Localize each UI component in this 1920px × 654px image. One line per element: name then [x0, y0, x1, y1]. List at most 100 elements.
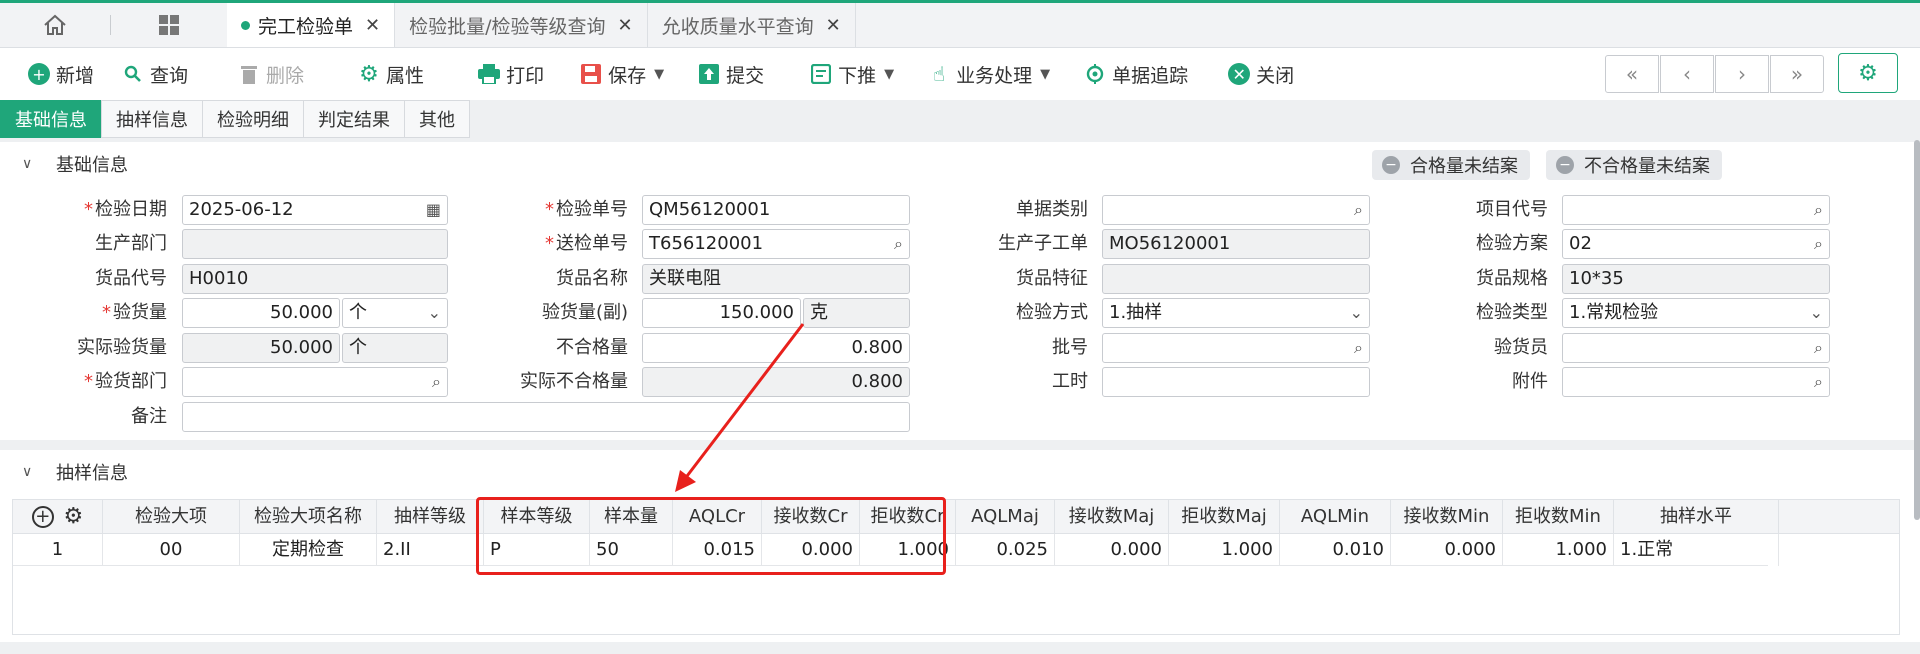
col-header[interactable]: AQLMin — [1280, 500, 1391, 534]
chevron-down-icon[interactable]: ▼ — [884, 67, 894, 82]
print-button[interactable]: 打印 — [464, 56, 558, 92]
delete-button[interactable]: 删除 — [224, 56, 318, 92]
cell-accept-min[interactable]: 0.000 — [1391, 534, 1503, 566]
chevron-down-icon[interactable]: ▼ — [654, 67, 664, 82]
calendar-icon[interactable]: ▦ — [426, 196, 441, 224]
check-date-input[interactable]: 2025-06-12 ▦ — [182, 195, 448, 225]
project-code-input[interactable]: ⌕ — [1562, 195, 1830, 225]
item-feature-input[interactable] — [1102, 264, 1370, 294]
doc-type-input[interactable]: ⌕ — [1102, 195, 1370, 225]
fail-qty-unclosed-button[interactable]: − 不合格量未结案 — [1546, 150, 1722, 180]
submit-button[interactable]: 提交 — [684, 56, 778, 92]
inspector-input[interactable]: ⌕ — [1562, 333, 1830, 363]
search-icon[interactable]: ⌕ — [1814, 368, 1823, 396]
cell-item-code[interactable]: 00 — [103, 534, 240, 566]
item-code-input[interactable]: H0010 — [182, 264, 448, 294]
save-button[interactable]: 保存 ▼ — [566, 56, 678, 92]
close-icon[interactable]: ✕ — [365, 15, 380, 36]
cell-sampling-level[interactable]: 1.正常 — [1614, 534, 1779, 566]
batch-no-input[interactable]: ⌕ — [1102, 333, 1370, 363]
cell-sampling-grade[interactable]: 2.II — [377, 534, 484, 566]
cell-accept-maj[interactable]: 0.000 — [1055, 534, 1169, 566]
check-plan-input[interactable]: 02 ⌕ — [1562, 229, 1830, 259]
settings-gear-icon[interactable]: ⚙ — [1838, 53, 1898, 93]
search-icon[interactable]: ⌕ — [1354, 196, 1363, 224]
tab-batch-level-query[interactable]: 检验批量/检验等级查询 ✕ — [395, 3, 648, 47]
vertical-scrollbar[interactable] — [1914, 140, 1920, 520]
cell-aql-min[interactable]: 0.010 — [1280, 534, 1391, 566]
check-qty-unit-select[interactable]: 个 ⌄ — [342, 298, 448, 328]
properties-button[interactable]: ⚙ 属性 — [344, 56, 438, 92]
query-button[interactable]: 查询 — [108, 56, 202, 92]
work-hours-input[interactable] — [1102, 367, 1370, 397]
close-label: 关闭 — [1256, 64, 1295, 87]
first-record-icon[interactable]: « — [1605, 55, 1659, 93]
pill-label: 合格量未结案 — [1410, 156, 1518, 177]
section-tabs: 基础信息 抽样信息 检验明细 判定结果 其他 — [0, 100, 470, 138]
sampling-info-header[interactable]: ∨ 抽样信息 — [0, 450, 1920, 494]
search-icon[interactable]: ⌕ — [1354, 334, 1363, 362]
actual-ng-qty-input[interactable]: 0.800 — [642, 367, 910, 397]
chevron-down-icon[interactable]: ▼ — [1040, 67, 1050, 82]
search-icon[interactable]: ⌕ — [432, 368, 441, 396]
item-spec-input[interactable]: 10*35 — [1562, 264, 1830, 294]
tab-sampling-info[interactable]: 抽样信息 — [101, 100, 203, 138]
search-icon[interactable]: ⌕ — [1814, 230, 1823, 258]
sub-wo-input[interactable]: MO56120001 — [1102, 229, 1370, 259]
actual-qty-input[interactable]: 50.000 — [182, 333, 340, 363]
record-navigation: « ‹ › » — [1604, 55, 1824, 93]
check-qty2-input[interactable]: 150.000 — [642, 298, 801, 328]
check-method-select[interactable]: 1.抽样 ⌄ — [1102, 298, 1370, 328]
col-header[interactable]: AQLMaj — [956, 500, 1055, 534]
tab-bar: 完工检验单 ✕ 检验批量/检验等级查询 ✕ 允收质量水平查询 ✕ — [0, 0, 1920, 48]
check-no-input[interactable]: QM56120001 — [642, 195, 910, 225]
tab-aql-query[interactable]: 允收质量水平查询 ✕ — [648, 3, 856, 47]
cell-reject-maj[interactable]: 1.000 — [1169, 534, 1280, 566]
col-header[interactable]: 拒收数Maj — [1169, 500, 1280, 534]
col-header[interactable]: 拒收数Min — [1503, 500, 1614, 534]
col-header[interactable]: 检验大项名称 — [240, 500, 377, 534]
ng-qty-input[interactable]: 0.800 — [642, 333, 910, 363]
tab-inspection-detail[interactable]: 检验明细 — [202, 100, 304, 138]
check-type-select[interactable]: 1.常规检验 ⌄ — [1562, 298, 1830, 328]
tab-judgement-result[interactable]: 判定结果 — [303, 100, 405, 138]
pass-qty-unclosed-button[interactable]: − 合格量未结案 — [1372, 150, 1530, 180]
check-qty-input[interactable]: 50.000 — [182, 298, 340, 328]
close-icon[interactable]: ✕ — [826, 15, 841, 36]
item-name-input[interactable]: 关联电阻 — [642, 264, 910, 294]
prod-dept-input[interactable] — [182, 229, 448, 259]
remark-input[interactable] — [182, 402, 910, 432]
doc-trace-button[interactable]: 单据追踪 — [1070, 56, 1202, 92]
next-record-icon[interactable]: › — [1715, 55, 1769, 93]
push-down-button[interactable]: 下推 ▼ — [796, 56, 908, 92]
prev-record-icon[interactable]: ‹ — [1660, 55, 1714, 93]
business-process-button[interactable]: ☝ 业务处理 ▼ — [914, 56, 1064, 92]
search-icon[interactable]: ⌕ — [1814, 334, 1823, 362]
close-icon[interactable]: ✕ — [618, 15, 633, 36]
work-hours-label: 工时 — [1052, 371, 1088, 392]
attachment-input[interactable]: ⌕ — [1562, 367, 1830, 397]
send-no-input[interactable]: T656120001 ⌕ — [642, 229, 910, 259]
cell-item-name[interactable]: 定期检查 — [240, 534, 377, 566]
col-header[interactable]: 接收数Maj — [1055, 500, 1169, 534]
search-icon[interactable]: ⌕ — [1814, 196, 1823, 224]
search-icon[interactable]: ⌕ — [894, 230, 903, 258]
gear-icon[interactable]: ⚙ — [64, 504, 84, 529]
tab-completion-inspection[interactable]: 完工检验单 ✕ — [227, 3, 396, 47]
last-record-icon[interactable]: » — [1770, 55, 1824, 93]
col-header[interactable]: 接收数Min — [1391, 500, 1503, 534]
new-button[interactable]: + 新增 — [14, 56, 108, 92]
col-header[interactable]: 检验大项 — [103, 500, 240, 534]
check-dept-input[interactable]: ⌕ — [182, 367, 448, 397]
add-row-icon[interactable]: + — [31, 506, 54, 528]
doc-type-label: 单据类别 — [1016, 199, 1088, 220]
cell-aql-maj[interactable]: 0.025 — [956, 534, 1055, 566]
grid-icon[interactable] — [111, 3, 227, 47]
col-header[interactable]: 抽样等级 — [377, 500, 484, 534]
col-header[interactable]: 抽样水平 — [1614, 500, 1779, 534]
home-icon[interactable] — [0, 3, 110, 47]
tab-other[interactable]: 其他 — [404, 100, 470, 138]
close-button[interactable]: ✕ 关闭 — [1214, 56, 1308, 92]
cell-reject-min[interactable]: 1.000 — [1503, 534, 1614, 566]
tab-basic-info[interactable]: 基础信息 — [0, 100, 102, 138]
